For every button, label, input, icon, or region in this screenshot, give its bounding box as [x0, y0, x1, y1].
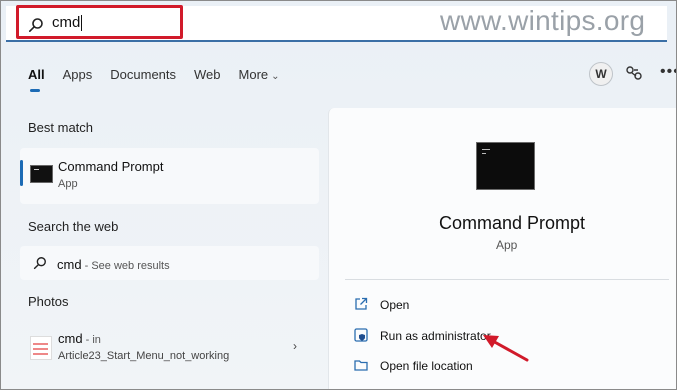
image-border	[0, 0, 677, 390]
